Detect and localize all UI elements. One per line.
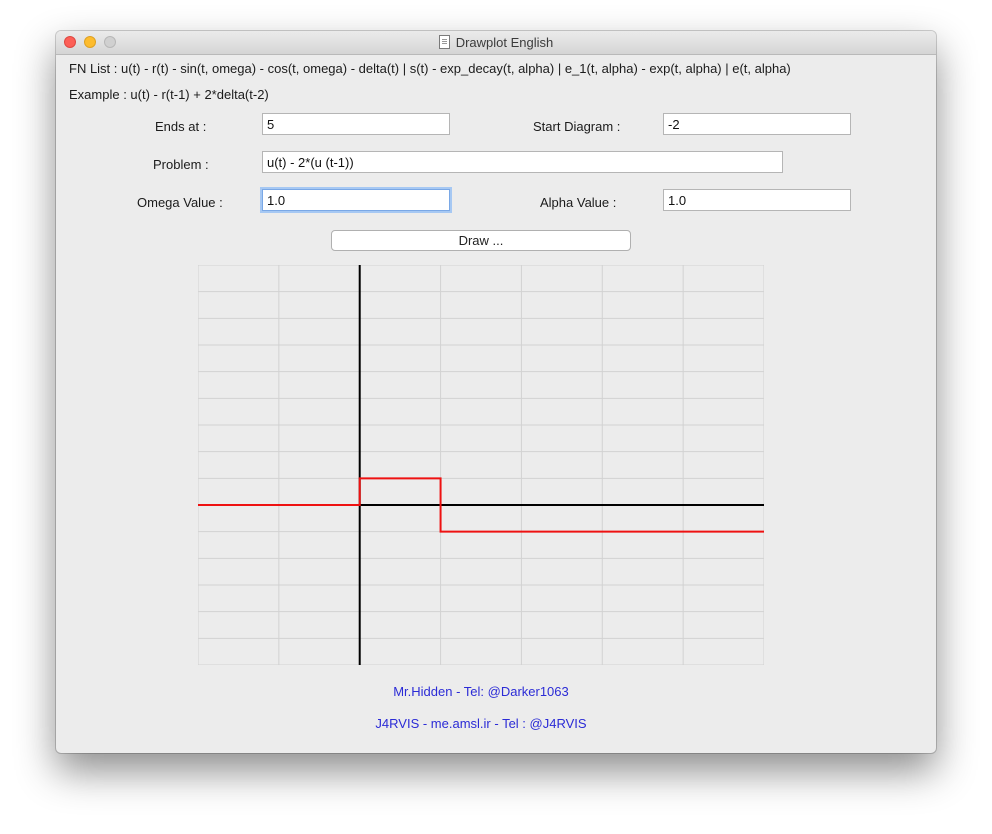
window-title-group: Drawplot English xyxy=(56,35,936,50)
ends-at-label: Ends at : xyxy=(155,119,207,134)
title-bar[interactable]: Drawplot English xyxy=(56,31,936,55)
start-diagram-input[interactable] xyxy=(663,113,851,135)
omega-value-input[interactable] xyxy=(262,189,450,211)
omega-value-label: Omega Value : xyxy=(137,195,223,210)
problem-label: Problem : xyxy=(153,157,209,172)
fn-list-text: FN List : u(t) - r(t) - sin(t, omega) - … xyxy=(69,61,791,76)
app-window: Drawplot English FN List : u(t) - r(t) -… xyxy=(56,31,936,753)
draw-button[interactable]: Draw ... xyxy=(331,230,631,251)
plot-area xyxy=(198,265,764,665)
alpha-value-input[interactable] xyxy=(663,189,851,211)
example-text: Example : u(t) - r(t-1) + 2*delta(t-2) xyxy=(69,87,269,102)
alpha-value-label: Alpha Value : xyxy=(540,195,617,210)
credit-line-2: J4RVIS - me.amsl.ir - Tel : @J4RVIS xyxy=(375,716,587,731)
window-title: Drawplot English xyxy=(455,35,554,50)
ends-at-input[interactable] xyxy=(262,113,450,135)
problem-input[interactable] xyxy=(262,151,783,173)
credit-line-1: Mr.Hidden - Tel: @Darker1063 xyxy=(393,684,569,699)
document-icon xyxy=(438,35,450,49)
start-diagram-label: Start Diagram : xyxy=(533,119,621,134)
